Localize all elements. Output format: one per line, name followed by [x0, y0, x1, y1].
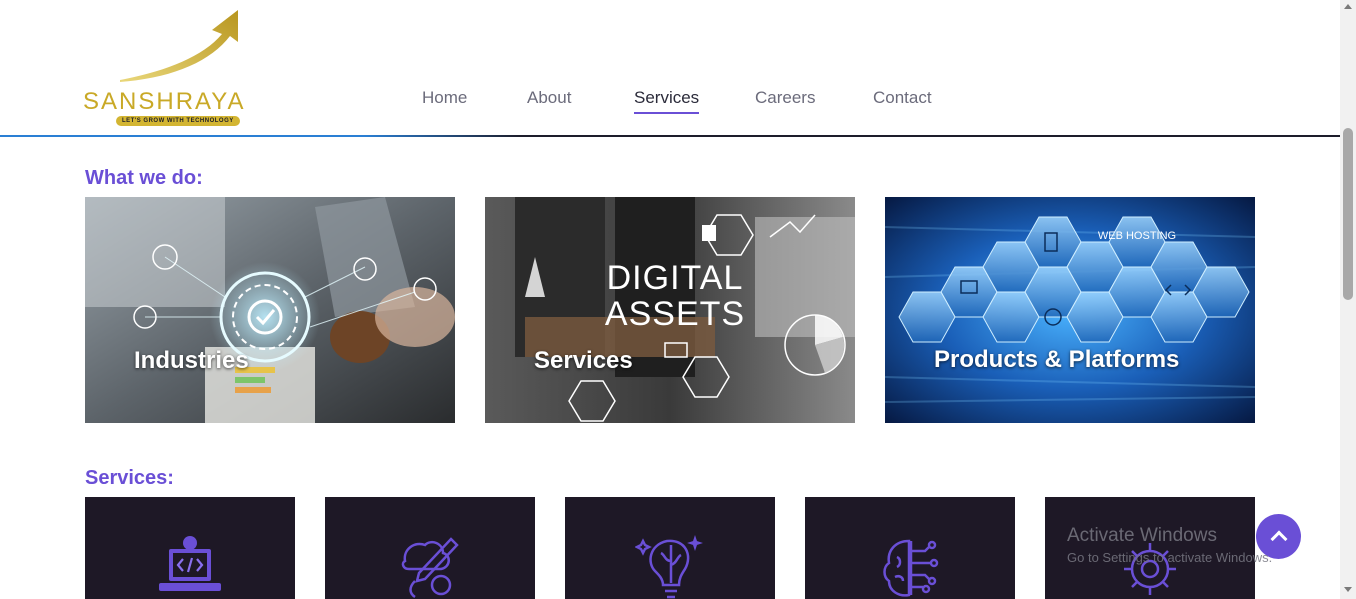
services-card[interactable]: DIGITAL ASSETS Services [485, 197, 855, 423]
page: SANSHRAYA LET'S GROW WITH TECHNOLOGY Hom… [0, 0, 1356, 599]
web-hosting-text: WEB HOSTING [1098, 230, 1176, 242]
services-image: DIGITAL ASSETS [485, 197, 855, 423]
service-tile-automation[interactable] [1045, 497, 1255, 599]
nav-about[interactable]: About [527, 88, 571, 112]
services-heading: Services: [85, 467, 174, 489]
scroll-down-arrow-icon[interactable] [1344, 587, 1352, 592]
nav-careers[interactable]: Careers [755, 88, 815, 112]
services-label: Services [534, 347, 633, 374]
gear-settings-icon [1124, 543, 1176, 595]
creative-design-icon [401, 537, 459, 599]
what-we-do-heading: What we do: [85, 167, 203, 189]
products-platforms-card[interactable]: WEB HOSTING Products & Platforms [885, 197, 1255, 423]
brand-tagline: LET'S GROW WITH TECHNOLOGY [116, 116, 240, 126]
nav-contact[interactable]: Contact [873, 88, 932, 112]
laptop-code-icon [159, 536, 221, 591]
digital-text: DIGITAL [607, 259, 744, 297]
page-scrollbar[interactable] [1340, 0, 1356, 599]
scroll-to-top-button[interactable] [1256, 514, 1301, 559]
brand-wordmark: SANSHRAYA [83, 88, 246, 115]
assets-text: ASSETS [605, 295, 745, 333]
brand-logo[interactable]: SANSHRAYA LET'S GROW WITH TECHNOLOGY [82, 6, 292, 128]
service-tile-ideation[interactable] [565, 497, 775, 599]
service-tile-software-development[interactable] [85, 497, 295, 599]
nav-home[interactable]: Home [422, 88, 467, 112]
industries-card[interactable]: Industries [85, 197, 455, 423]
growth-arrow-icon [120, 10, 238, 82]
site-header: SANSHRAYA LET'S GROW WITH TECHNOLOGY Hom… [0, 0, 1340, 137]
products-platforms-label: Products & Platforms [934, 346, 1180, 373]
idea-brain-icon [635, 535, 703, 599]
scroll-up-arrow-icon[interactable] [1344, 4, 1352, 9]
scroll-thumb[interactable] [1343, 128, 1353, 300]
ai-chip-brain-icon [883, 539, 939, 597]
industries-image [85, 197, 455, 423]
nav-services[interactable]: Services [634, 88, 700, 114]
products-platforms-image: WEB HOSTING [885, 197, 1255, 423]
service-tile-ai[interactable] [805, 497, 1015, 599]
industries-label: Industries [134, 347, 249, 374]
service-tile-creative-design[interactable] [325, 497, 535, 599]
